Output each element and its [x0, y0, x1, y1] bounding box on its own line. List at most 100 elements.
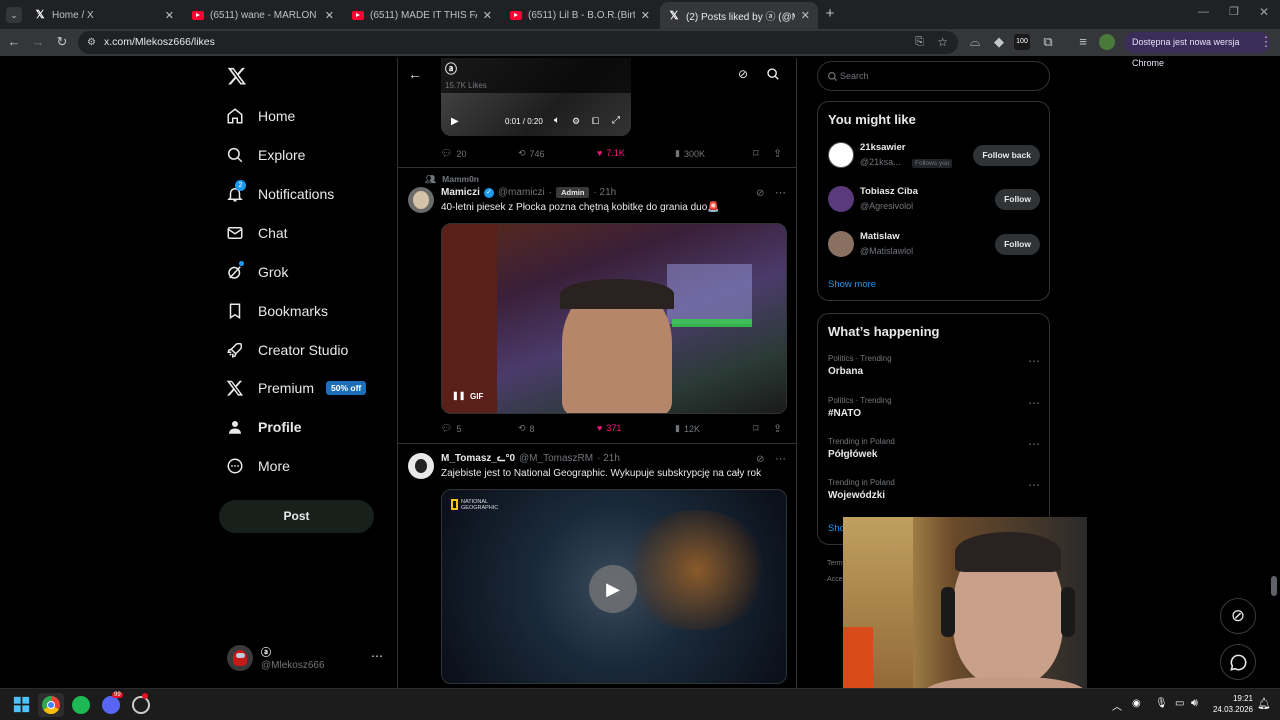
play-button-icon[interactable]: ▶: [589, 565, 637, 613]
forward-arrow-icon[interactable]: →: [30, 34, 46, 50]
reload-icon[interactable]: ↻: [54, 34, 70, 50]
footer-accessibility-link[interactable]: Acce: [827, 576, 843, 583]
close-icon[interactable]: ✕: [165, 9, 174, 22]
back-arrow-icon[interactable]: ←: [408, 66, 422, 82]
search-icon[interactable]: [766, 67, 780, 86]
play-icon[interactable]: ▶: [451, 116, 459, 127]
post-button[interactable]: Post: [219, 500, 374, 533]
like-button[interactable]: ♥ 7.1K: [597, 148, 625, 158]
tray-discord-icon[interactable]: ◉: [1132, 698, 1141, 709]
video-media[interactable]: NATIONAL GEOGRAPHIC ▶: [441, 489, 787, 684]
nav-notifications[interactable]: 2 Notifications: [226, 180, 334, 207]
nav-grok[interactable]: Grok: [226, 259, 288, 285]
account-more-icon[interactable]: ⋯: [371, 649, 383, 663]
window-close-icon[interactable]: ✕: [1259, 5, 1269, 19]
notification-bell-icon[interactable]: 🔔︎: [1257, 697, 1271, 710]
close-icon[interactable]: ✕: [325, 9, 334, 22]
site-info-icon[interactable]: ⚙: [87, 31, 96, 54]
microphone-icon[interactable]: 🎙︎: [1155, 698, 1168, 709]
avatar[interactable]: [408, 187, 434, 213]
author-name[interactable]: Mamiczi: [441, 187, 480, 198]
nav-creator-studio[interactable]: Creator Studio: [226, 337, 348, 363]
views-button[interactable]: ▮ 300K: [675, 148, 705, 159]
author-name[interactable]: M_Tomasz_ᓚ°0: [441, 453, 515, 464]
follow-back-button[interactable]: Follow back: [973, 145, 1040, 166]
volume-icon[interactable]: 🔈︎: [554, 115, 560, 126]
extension-glasses-icon[interactable]: ⌓: [967, 34, 983, 50]
tab-likes-active[interactable]: 𝕏 (2) Posts liked by ⓐ (@Mlek ✕: [660, 2, 818, 29]
tab-youtube-2[interactable]: (6511) MADE IT THIS FAR / ... ✕: [344, 4, 500, 26]
nav-explore[interactable]: Explore: [226, 142, 305, 168]
show-more-link[interactable]: Show more: [828, 279, 876, 290]
tab-youtube-3[interactable]: (6511) Lil B - B.O.R.(Birth Of Rap) ✕: [502, 4, 658, 26]
extension-diamond-icon[interactable]: ◆: [991, 34, 1007, 50]
pause-icon[interactable]: ❚❚: [452, 391, 465, 400]
repost-button[interactable]: ⟲ 746: [518, 148, 545, 159]
close-icon[interactable]: ✕: [641, 9, 650, 22]
tab-search-button[interactable]: ⌄: [6, 7, 22, 23]
taskbar-chrome-button[interactable]: [38, 693, 64, 717]
trend-item[interactable]: Politics · Trending #NATO ⋯: [828, 396, 1040, 419]
repost-button[interactable]: ⟲ 8: [518, 423, 535, 434]
nav-home[interactable]: Home: [226, 103, 295, 129]
bookmark-icon[interactable]: ⌑: [753, 147, 759, 160]
more-options-icon[interactable]: ⋯: [775, 186, 786, 199]
suggested-user[interactable]: 21ksawier @21ksa... Follows you Follow b…: [828, 140, 1040, 174]
windows-start-icon[interactable]: [13, 696, 31, 714]
nav-chat[interactable]: Chat: [226, 220, 288, 246]
follow-button[interactable]: Follow: [995, 234, 1040, 255]
grok-float-button[interactable]: ⊘: [1220, 598, 1256, 634]
tab-youtube-1[interactable]: (6511) wane - MARLON BRANDO ✕: [184, 4, 342, 26]
bookmark-icon[interactable]: ⌑: [753, 422, 759, 435]
follow-button[interactable]: Follow: [995, 189, 1040, 210]
views-button[interactable]: ▮ 12K: [675, 423, 700, 434]
picture-in-picture-icon[interactable]: ⧠: [592, 116, 599, 127]
messages-float-button[interactable]: [1220, 644, 1256, 680]
gif-media[interactable]: ❚❚ GIF: [441, 223, 787, 414]
author-handle[interactable]: @mamiczi: [498, 187, 545, 198]
extensions-puzzle-icon[interactable]: ⧉: [1040, 34, 1056, 50]
x-home-logo[interactable]: [227, 66, 247, 86]
trend-item[interactable]: Trending in Poland Wojewódzki ⋯: [828, 478, 1040, 501]
tweet-time[interactable]: · 21h: [593, 187, 616, 198]
address-bar[interactable]: ⚙ x.com/Mlekosz666/likes ⎘ ☆: [78, 31, 958, 54]
more-options-icon[interactable]: ⋯: [1028, 354, 1040, 368]
obs-icon[interactable]: [132, 693, 150, 714]
grok-icon[interactable]: ⊘: [738, 67, 748, 81]
share-icon[interactable]: ⇪: [773, 147, 782, 160]
minimize-icon[interactable]: —: [1198, 6, 1209, 18]
search-input[interactable]: Search: [817, 61, 1050, 91]
page-scrollbar-thumb[interactable]: [1271, 576, 1277, 596]
close-icon[interactable]: ✕: [801, 9, 810, 22]
grok-icon[interactable]: ⊘: [756, 454, 764, 465]
account-switcher[interactable]: ⓐ @Mlekosz666 ⋯: [225, 643, 385, 677]
grok-icon[interactable]: ⊘: [756, 188, 764, 199]
settings-gear-icon[interactable]: ⚙: [572, 116, 580, 127]
suggested-user[interactable]: Matislaw @Matislawlol Follow: [828, 229, 1040, 263]
profile-avatar-icon[interactable]: [1099, 34, 1115, 50]
more-options-icon[interactable]: ⋯: [775, 452, 786, 465]
network-icon[interactable]: ▭: [1175, 698, 1184, 709]
more-options-icon[interactable]: ⋯: [1028, 478, 1040, 492]
nav-premium[interactable]: Premium 50% off: [226, 375, 367, 401]
chrome-menu-icon[interactable]: ⋮: [1258, 34, 1274, 50]
taskbar-clock[interactable]: 19:21 24.03.2026: [1207, 693, 1253, 715]
trend-item[interactable]: Politics · Trending Orbana ⋯: [828, 354, 1040, 377]
author-handle[interactable]: @M_TomaszRM: [519, 453, 593, 464]
volume-icon[interactable]: 🔊︎: [1191, 697, 1198, 710]
nav-bookmarks[interactable]: Bookmarks: [226, 298, 328, 324]
nav-profile[interactable]: Profile: [226, 414, 302, 440]
discord-icon[interactable]: 99: [102, 692, 123, 714]
avatar[interactable]: [408, 453, 434, 479]
close-icon[interactable]: ✕: [483, 9, 492, 22]
footer-terms-link[interactable]: Term: [827, 560, 843, 567]
extension-counter-icon[interactable]: 100: [1014, 34, 1030, 50]
tweet-time[interactable]: · 21h: [597, 453, 620, 464]
tab-home-x[interactable]: 𝕏 Home / X ✕: [26, 4, 182, 26]
spotify-icon[interactable]: [72, 696, 90, 714]
reply-button[interactable]: 💬︎ 20: [441, 148, 466, 159]
fullscreen-icon[interactable]: ⤢: [612, 115, 620, 126]
reply-button[interactable]: 💬︎ 5: [441, 423, 461, 434]
like-button[interactable]: ♥ 371: [597, 423, 621, 433]
suggested-user[interactable]: Tobiasz Ciba @Agresivolol Follow: [828, 184, 1040, 218]
